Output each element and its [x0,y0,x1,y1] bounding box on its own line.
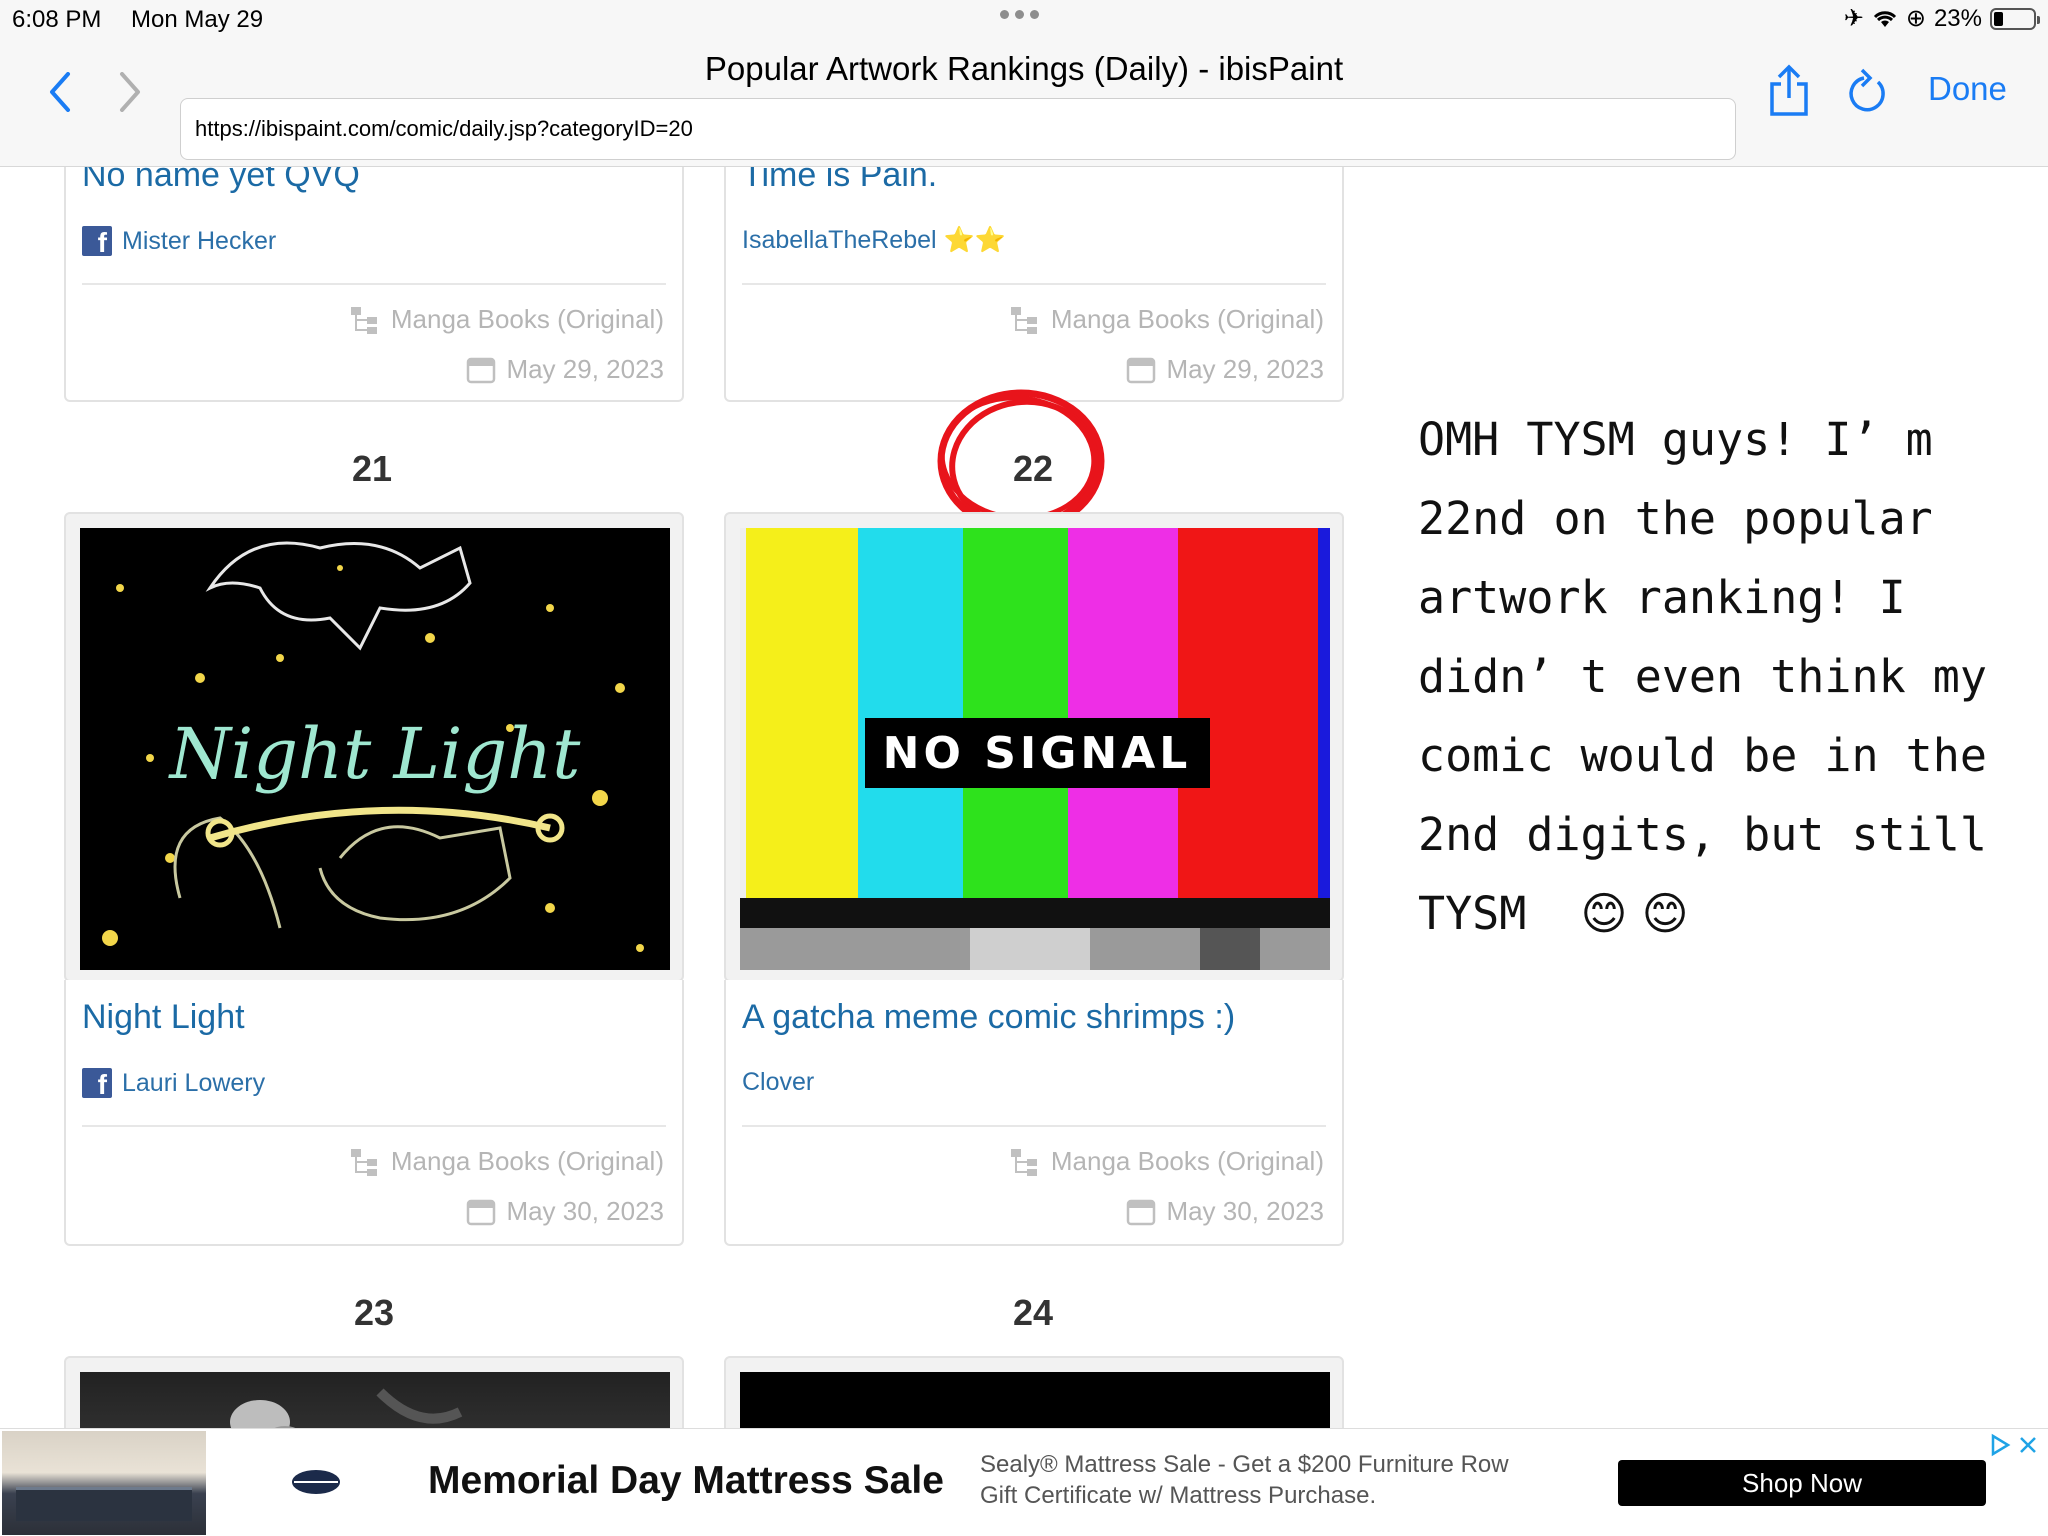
user-note-annotation: OMH TYSM guys! I’ m 22nd on the popular … [1418,400,2018,953]
calendar-icon [1127,357,1156,383]
sealy-logo-icon [292,1470,340,1494]
category-label: Manga Books (Original) [1009,304,1324,335]
author-name: IsabellaTheRebel ⭐⭐ [742,226,1006,254]
calendar-icon [1127,1199,1156,1225]
browser-chrome: 6:08 PM Mon May 29 ✈ ⊕ 23% Popular Artwo… [0,0,2048,167]
artwork-title[interactable]: Night Light [82,998,245,1037]
airplane-icon: ✈ [1843,5,1864,32]
reload-icon [1849,68,1885,112]
category-label: Manga Books (Original) [349,304,664,335]
status-icons: ✈ ⊕ 23% [1843,4,2040,33]
adchoices-icon[interactable] [1988,1433,2012,1457]
author-name: Mister Hecker [122,226,277,255]
ad-body[interactable]: Sealy® Mattress Sale - Get a $200 Furnit… [980,1449,1540,1511]
close-ad-icon[interactable] [2018,1435,2038,1455]
rank-number: 23 [353,1292,395,1333]
date-label: May 30, 2023 [466,1196,664,1227]
orientation-lock-icon: ⊕ [1905,5,1926,32]
shop-now-button[interactable]: Shop Now [1618,1460,1986,1506]
battery-icon [1990,7,2040,30]
status-time: 6:08 PM [12,6,102,33]
category-label: Manga Books (Original) [1009,1146,1324,1177]
ad-headline[interactable]: Memorial Day Mattress Sale [428,1459,944,1503]
artwork-card[interactable]: No name yet QVQ f Mister Hecker Manga Bo… [64,140,684,402]
note-line-last: TYSM 😊 😊 [1418,887,1689,940]
facebook-icon: f [82,1068,112,1098]
category-tree-icon [350,1148,377,1176]
share-button[interactable] [1766,64,1812,118]
thumbnail-text: NO SIGNAL [883,728,1192,779]
artwork-thumbnail[interactable]: NO SIGNAL [740,528,1330,970]
night-light-artwork: Night Light [80,528,670,970]
note-line: OMH TYSM guys! I’ m [1418,413,1933,466]
facebook-icon: f [82,226,112,256]
page-title: Popular Artwork Rankings (Daily) - ibisP… [704,50,1344,87]
battery-fill [1994,11,2003,26]
author-link[interactable]: IsabellaTheRebel ⭐⭐ [742,226,1006,255]
note-line: artwork ranking! I [1418,571,1906,624]
no-signal-artwork: NO SIGNAL [740,528,1330,970]
author-link[interactable]: f Mister Hecker [82,226,276,256]
thumbnail-text: Night Light [168,713,582,795]
artwork-thumbnail-frame[interactable]: NO SIGNAL [724,512,1344,982]
battery-percent: 23% [1933,4,1982,32]
date-label: May 29, 2023 [1126,354,1324,385]
artwork-title[interactable]: A gatcha meme comic shrimps :) [742,998,1235,1037]
note-line: comic would be in the [1418,729,1987,782]
author-name: Clover [742,1068,815,1096]
artwork-thumbnail-frame[interactable]: Night Light [64,512,684,982]
author-link[interactable]: f Lauri Lowery [82,1068,265,1098]
date-label: May 30, 2023 [1126,1196,1324,1227]
artwork-card[interactable]: Time is Pain. IsabellaTheRebel ⭐⭐ Manga … [724,140,1344,402]
rank-number: 21 [351,448,393,489]
smile-emoji-icon: 😊 😊 [1580,887,1689,940]
divider [742,1125,1326,1127]
category-tree-icon [1010,1148,1037,1176]
ad-banner[interactable]: Memorial Day Mattress Sale Sealy® Mattre… [0,1428,2048,1536]
wifi-icon [1873,10,1896,27]
author-link[interactable]: Clover [742,1068,814,1097]
divider [82,1125,666,1127]
category-tree-icon [350,306,377,334]
share-icon [1770,64,1808,116]
calendar-icon [467,357,496,383]
ad-mattress-image[interactable] [2,1431,206,1535]
artwork-thumbnail[interactable]: Night Light [80,528,670,970]
rank-number: 24 [1012,1292,1054,1333]
divider [82,283,666,285]
date-label: May 29, 2023 [466,354,664,385]
category-label: Manga Books (Original) [349,1146,664,1177]
divider [742,283,1326,285]
artwork-card[interactable]: Night Light f Lauri Lowery Manga Books (… [64,980,684,1246]
note-line: 22nd on the popular [1418,492,1933,545]
artwork-card[interactable]: A gatcha meme comic shrimps :) Clover Ma… [724,980,1344,1246]
url-bar[interactable]: https://ibispaint.com/comic/daily.jsp?ca… [180,98,1736,160]
category-tree-icon [1010,306,1037,334]
done-button[interactable]: Done [1928,70,2007,108]
note-line: didn’ t even think my [1418,650,1987,703]
multitasking-dots-icon[interactable] [1000,10,1039,19]
author-name: Lauri Lowery [122,1068,266,1097]
calendar-icon [467,1199,496,1225]
status-date: Mon May 29 [131,6,264,33]
note-line: 2nd digits, but still [1418,808,1987,861]
reload-button[interactable] [1844,64,1890,118]
